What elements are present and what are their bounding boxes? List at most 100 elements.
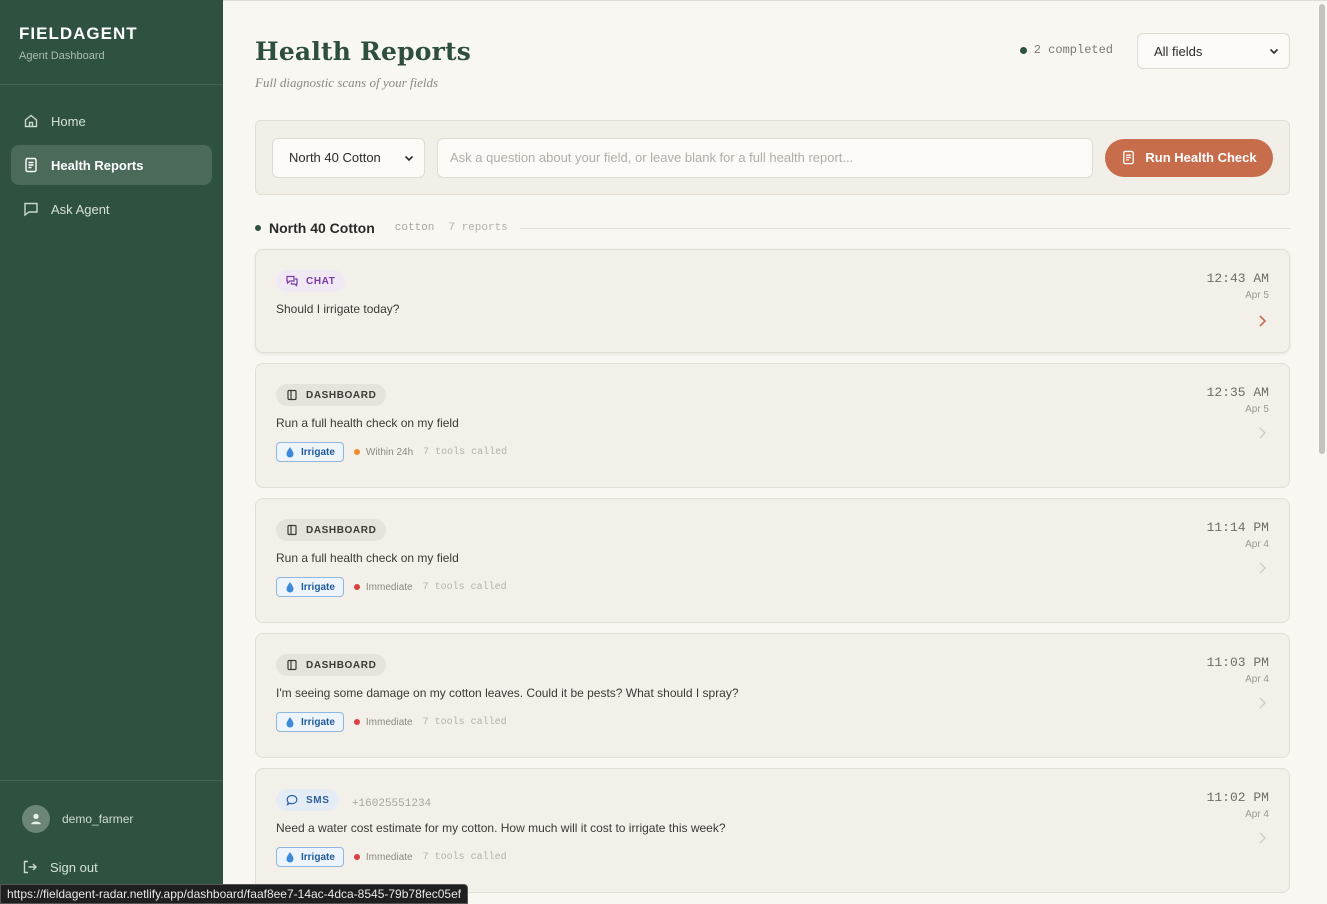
field-group-header: North 40 Cotton cotton 7 reports — [255, 213, 1290, 243]
main-content: Health Reports Full diagnostic scans of … — [223, 0, 1327, 904]
group-report-count: 7 reports — [448, 222, 508, 234]
badge-label: DASHBOARD — [306, 389, 377, 401]
report-time: 11:14 PM — [1206, 520, 1269, 535]
urgency-indicator: Immediate — [353, 582, 413, 593]
report-timestamp: 11:14 PM Apr 4 — [1207, 520, 1269, 550]
urgency-label: Immediate — [365, 716, 413, 728]
chevron-down-icon — [1269, 48, 1279, 55]
action-tag: Irrigate — [276, 847, 344, 867]
home-icon — [23, 113, 39, 129]
dashboard-icon — [287, 389, 297, 401]
action-tag: Irrigate — [276, 712, 344, 732]
report-card[interactable]: DASHBOARD I'm seeing some damage on my c… — [255, 633, 1290, 758]
report-card[interactable]: SMS +16025551234 Need a water cost estim… — [255, 768, 1290, 893]
chevron-right-icon[interactable] — [1257, 314, 1267, 328]
divider — [519, 227, 1290, 229]
page-header: Health Reports Full diagnostic scans of … — [255, 0, 1290, 120]
chevron-right-icon[interactable] — [1257, 561, 1267, 575]
message-icon — [286, 794, 298, 806]
sign-out-icon — [22, 859, 38, 875]
source-badge-chat: CHAT — [276, 270, 346, 292]
chat-icon — [23, 201, 39, 217]
urgency-dot — [353, 854, 360, 860]
report-timestamp: 11:02 PM Apr 4 — [1207, 790, 1269, 820]
report-icon — [23, 157, 39, 173]
completed-count: 2 completed — [1033, 43, 1113, 57]
sidebar-item-label: Health Reports — [51, 157, 144, 173]
sidebar-nav: Home Health Reports Ask Agent — [0, 85, 223, 229]
chevron-right-icon[interactable] — [1257, 831, 1267, 845]
urgency-indicator: Within 24h — [353, 446, 414, 458]
report-question: Run a full health check on my field — [276, 551, 459, 565]
report-tags: Irrigate Within 24h 7 tools called — [276, 442, 1269, 462]
tools-called: 7 tools called — [423, 446, 508, 458]
report-question: Should I irrigate today? — [276, 302, 400, 316]
sign-out-button[interactable]: Sign out — [22, 859, 201, 875]
report-tags: Irrigate Immediate 7 tools called — [276, 847, 1269, 867]
phone-number: +16025551234 — [351, 798, 432, 810]
badge-label: DASHBOARD — [306, 659, 377, 671]
status-bar-url: https://fieldagent-radar.netlify.app/das… — [0, 884, 469, 904]
report-card[interactable]: DASHBOARD Run a full health check on my … — [255, 498, 1290, 623]
sidebar-item-label: Ask Agent — [51, 201, 110, 217]
avatar — [22, 805, 50, 833]
urgency-indicator: Immediate — [353, 716, 413, 728]
urgency-label: Immediate — [365, 851, 413, 863]
brand-title[interactable]: FIELDAGENT — [19, 24, 204, 44]
sidebar-item-ask-agent[interactable]: Ask Agent — [11, 189, 212, 229]
field-select[interactable]: North 40 Cotton — [272, 137, 425, 178]
chevron-right-icon[interactable] — [1257, 696, 1267, 710]
water-drop-icon — [286, 852, 294, 863]
urgency-label: Within 24h — [365, 446, 414, 458]
action-tag: Irrigate — [276, 577, 344, 597]
source-badge-dashboard: DASHBOARD — [276, 654, 387, 676]
action-tag: Irrigate — [276, 442, 344, 462]
urgency-indicator: Immediate — [353, 851, 413, 863]
sidebar-item-health-reports[interactable]: Health Reports — [11, 145, 212, 185]
urgency-dot — [353, 584, 360, 590]
tools-called: 7 tools called — [422, 581, 507, 593]
field-filter-select[interactable]: All fields — [1137, 33, 1290, 69]
report-question: I'm seeing some damage on my cotton leav… — [276, 686, 739, 700]
brand-subtitle: Agent Dashboard — [19, 50, 105, 62]
field-select-value: North 40 Cotton — [289, 150, 381, 165]
badge-label: SMS — [306, 794, 330, 806]
report-timestamp: 12:35 AM Apr 5 — [1207, 385, 1269, 415]
water-drop-icon — [286, 582, 294, 593]
dashboard-icon — [287, 524, 297, 536]
report-timestamp: 11:03 PM Apr 4 — [1207, 655, 1269, 685]
dashboard-icon — [287, 659, 297, 671]
source-badge-dashboard: DASHBOARD — [276, 384, 387, 406]
page-title: Health Reports — [255, 37, 472, 66]
report-date: Apr 5 — [1245, 404, 1269, 415]
sign-out-label: Sign out — [50, 859, 98, 875]
status-dot — [1019, 46, 1027, 54]
field-filter-value: All fields — [1154, 43, 1203, 59]
brand: FIELDAGENT Agent Dashboard — [0, 0, 223, 85]
sidebar-item-home[interactable]: Home — [11, 101, 212, 141]
urgency-dot — [353, 719, 360, 725]
run-health-check-button[interactable]: Run Health Check — [1105, 138, 1273, 177]
report-card[interactable]: CHAT Should I irrigate today? 12:43 AM A… — [255, 249, 1290, 353]
chevron-right-icon[interactable] — [1257, 426, 1267, 440]
report-time: 11:02 PM — [1206, 790, 1269, 805]
report-time: 12:35 AM — [1206, 385, 1269, 400]
report-tags: Irrigate Immediate 7 tools called — [276, 577, 1269, 597]
report-card[interactable]: DASHBOARD Run a full health check on my … — [255, 363, 1290, 488]
run-health-check-panel: North 40 Cotton Run Health Check — [255, 120, 1290, 195]
report-icon — [1123, 150, 1135, 165]
user-profile[interactable]: demo_farmer — [22, 805, 201, 833]
report-date: Apr 4 — [1245, 674, 1269, 685]
run-button-label: Run Health Check — [1145, 150, 1257, 165]
report-tags: Irrigate Immediate 7 tools called — [276, 712, 1269, 732]
chat-bubbles-icon — [286, 275, 298, 287]
tools-called: 7 tools called — [422, 851, 507, 863]
report-date: Apr 4 — [1245, 539, 1269, 550]
ask-question-input[interactable] — [437, 137, 1093, 178]
page-subtitle: Full diagnostic scans of your fields — [255, 75, 439, 90]
group-name: North 40 Cotton — [269, 220, 375, 236]
report-time: 11:03 PM — [1206, 655, 1269, 670]
tools-called: 7 tools called — [422, 716, 507, 728]
badge-label: CHAT — [306, 275, 336, 287]
scrollbar[interactable] — [1319, 4, 1325, 454]
